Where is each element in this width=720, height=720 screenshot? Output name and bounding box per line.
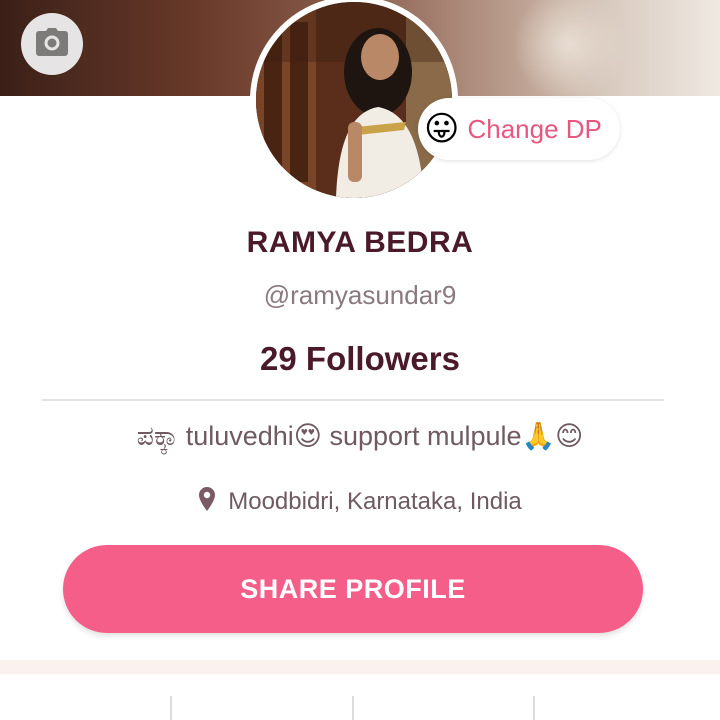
tab-divider	[352, 696, 354, 720]
bottom-tab-bar	[0, 674, 720, 720]
followers-count[interactable]: 29 Followers	[0, 340, 720, 378]
section-separator	[0, 660, 720, 674]
camera-icon	[35, 27, 69, 62]
change-dp-label: Change DP	[467, 113, 602, 144]
section-divider	[42, 399, 664, 401]
change-cover-button[interactable]	[21, 13, 83, 75]
location-text: Moodbidri, Karnataka, India	[228, 487, 522, 515]
tab-divider	[533, 696, 535, 720]
profile-bio: ಪಕ್ಕಾ tuluvedhi😍 support mulpule🙏😊	[136, 421, 584, 451]
share-profile-button[interactable]: SHARE PROFILE	[63, 545, 643, 633]
profile-avatar[interactable]	[250, 0, 458, 204]
tab-divider	[170, 696, 172, 720]
profile-handle: @ramyasundar9	[263, 280, 457, 310]
location-pin-icon	[198, 486, 216, 517]
profile-name: RAMYA BEDRA	[246, 226, 474, 259]
change-dp-button[interactable]: 😛 Change DP	[418, 98, 620, 160]
profile-location: Moodbidri, Karnataka, India	[0, 486, 720, 517]
tongue-emoji-icon: 😛	[424, 110, 460, 148]
avatar-photo	[256, 2, 452, 198]
